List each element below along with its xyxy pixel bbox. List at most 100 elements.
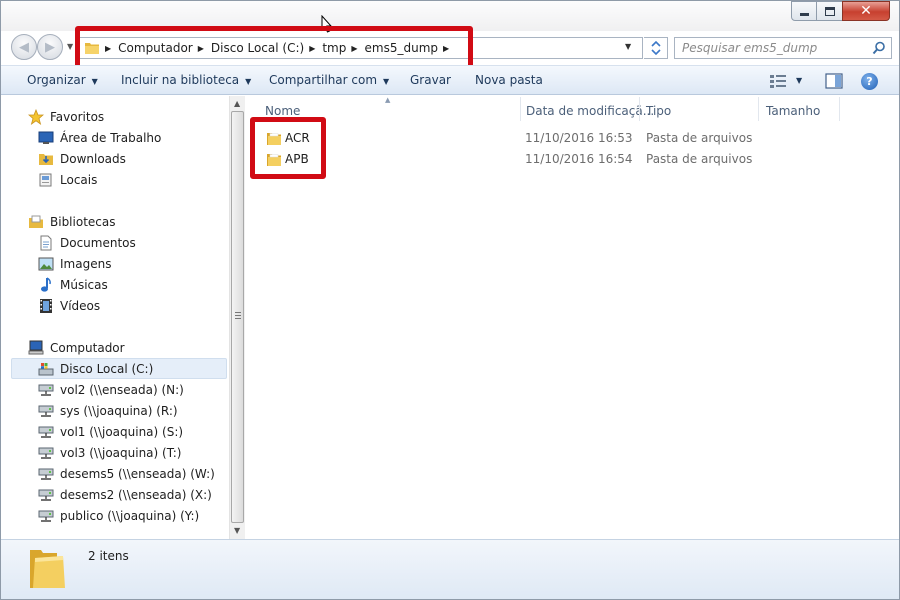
nav-drive-y-label: publico (\\joaquina) (Y:)	[60, 508, 200, 523]
nav-favorites[interactable]: Favoritos	[28, 106, 104, 127]
nav-music[interactable]: Músicas	[38, 274, 108, 295]
nav-downloads-label: Downloads	[60, 151, 126, 166]
nav-drive-r[interactable]: sys (\\joaquina) (R:)	[38, 400, 178, 421]
scroll-down-icon[interactable]: ▼	[234, 526, 240, 535]
view-options-dropdown[interactable]: ▼	[796, 76, 802, 85]
nav-drive-t[interactable]: vol3 (\\joaquina) (T:)	[38, 442, 181, 463]
nav-videos[interactable]: Vídeos	[38, 295, 100, 316]
address-history-dropdown[interactable]: ▼	[625, 42, 631, 51]
nav-drive-n[interactable]: vol2 (\\enseada) (N:)	[38, 379, 184, 400]
include-in-library-label: Incluir na biblioteca	[121, 73, 240, 87]
nav-computer[interactable]: Computador	[28, 337, 125, 358]
nav-downloads[interactable]: Downloads	[38, 148, 126, 169]
file-modified: 11/10/2016 16:54	[525, 152, 633, 166]
file-modified: 11/10/2016 16:53	[525, 131, 633, 145]
nav-pictures[interactable]: Imagens	[38, 253, 111, 274]
search-input[interactable]: Pesquisar ems5_dump	[674, 37, 892, 59]
maximize-icon	[824, 6, 835, 16]
refresh-icon	[650, 41, 661, 55]
change-view-icon[interactable]	[769, 74, 787, 88]
file-row[interactable]: ACR 11/10/2016 16:53 Pasta de arquivos	[263, 128, 899, 149]
file-name: APB	[285, 152, 309, 166]
command-bar: Organizar ▼ Incluir na biblioteca ▼ Compar…	[1, 65, 899, 95]
chevron-down-icon: ▼	[91, 77, 98, 86]
address-bar[interactable]: ▶ Computador ▶ Disco Local (C:) ▶ tmp ▶ …	[79, 37, 643, 59]
file-type: Pasta de arquivos	[646, 131, 753, 145]
videos-icon	[38, 298, 54, 314]
nav-places[interactable]: Locais	[38, 169, 97, 190]
item-count: 2 itens	[88, 549, 129, 563]
nav-drive-c-label: Disco Local (C:)	[60, 361, 154, 376]
local-disk-icon	[38, 361, 54, 377]
status-bar: 2 itens	[1, 539, 899, 599]
breadcrumb-disco-local[interactable]: Disco Local (C:)	[211, 41, 304, 55]
refresh-button[interactable]	[644, 37, 668, 59]
file-type: Pasta de arquivos	[646, 152, 753, 166]
maximize-button[interactable]	[816, 1, 843, 21]
recent-pages-dropdown[interactable]: ▼	[67, 42, 73, 51]
nav-favorites-label: Favoritos	[50, 109, 105, 124]
minimize-button[interactable]	[791, 1, 817, 21]
music-icon	[38, 276, 54, 293]
new-folder-button[interactable]: Nova pasta	[475, 73, 543, 87]
column-divider[interactable]	[520, 97, 521, 121]
folder-icon	[267, 154, 281, 166]
nav-drive-s[interactable]: vol1 (\\joaquina) (S:)	[38, 421, 183, 442]
nav-drive-y[interactable]: publico (\\joaquina) (Y:)	[38, 505, 199, 526]
breadcrumb-separator-icon[interactable]: ▶	[443, 44, 449, 53]
breadcrumb-ems5-dump[interactable]: ems5_dump	[365, 41, 439, 55]
breadcrumb-separator-icon[interactable]: ▶	[105, 44, 111, 53]
nav-drive-s-label: vol1 (\\joaquina) (S:)	[60, 424, 184, 439]
include-in-library-button[interactable]: Incluir na biblioteca ▼	[121, 73, 251, 87]
title-bar: ✕	[1, 1, 899, 33]
breadcrumb-tmp[interactable]: tmp	[322, 41, 346, 55]
folder-icon	[267, 133, 281, 145]
column-header-size[interactable]: Tamanho	[766, 101, 820, 121]
burn-button[interactable]: Gravar	[410, 73, 451, 87]
column-divider[interactable]	[758, 97, 759, 121]
help-icon[interactable]: ?	[861, 73, 878, 90]
column-divider[interactable]	[839, 97, 840, 121]
breadcrumb-separator-icon[interactable]: ▶	[309, 44, 315, 53]
nav-drive-x-label: desems2 (\\enseada) (X:)	[60, 487, 212, 502]
nav-desktop[interactable]: Área de Trabalho	[38, 127, 161, 148]
share-with-label: Compartilhar com	[269, 73, 378, 87]
organize-label: Organizar	[27, 73, 86, 87]
search-placeholder: Pesquisar ems5_dump	[682, 41, 818, 55]
nav-music-label: Músicas	[60, 277, 108, 292]
nav-drive-x[interactable]: desems2 (\\enseada) (X:)	[38, 484, 212, 505]
breadcrumb-separator-icon[interactable]: ▶	[351, 44, 357, 53]
nav-libraries[interactable]: Bibliotecas	[28, 211, 115, 232]
grip-icon	[235, 312, 241, 319]
organize-button[interactable]: Organizar ▼	[27, 73, 98, 87]
nav-documents-label: Documentos	[60, 235, 136, 250]
nav-documents[interactable]: Documentos	[38, 232, 136, 253]
nav-drive-c[interactable]: Disco Local (C:)	[11, 358, 227, 379]
column-type-label: Tipo	[646, 104, 672, 118]
column-header-date[interactable]: Data de modificaçã...	[526, 101, 654, 121]
preview-pane-icon[interactable]	[825, 73, 843, 89]
forward-button[interactable]: ▶	[37, 34, 63, 60]
back-button[interactable]: ◀	[11, 34, 37, 60]
close-button[interactable]: ✕	[842, 1, 890, 21]
scroll-thumb[interactable]	[231, 111, 244, 523]
network-drive-icon	[38, 487, 54, 503]
nav-drive-w[interactable]: desems5 (\\enseada) (W:)	[38, 463, 215, 484]
breadcrumb-separator-icon[interactable]: ▶	[198, 44, 204, 53]
breadcrumb-computador[interactable]: Computador	[118, 41, 193, 55]
explorer-window: ✕ ◀ ▶ ▼ ▶ Computador ▶ Disco Local (C:) …	[0, 0, 900, 600]
close-icon: ✕	[860, 3, 872, 19]
chevron-down-icon: ▼	[245, 77, 252, 86]
documents-icon	[38, 235, 54, 251]
column-header-type[interactable]: Tipo	[646, 101, 671, 121]
nav-drive-w-label: desems5 (\\enseada) (W:)	[60, 466, 215, 481]
nav-scrollbar[interactable]: ▲ ▼	[229, 96, 245, 539]
pictures-icon	[38, 256, 54, 272]
column-name-label: Nome	[265, 104, 301, 118]
column-divider[interactable]	[639, 97, 640, 121]
nav-pictures-label: Imagens	[60, 256, 112, 271]
share-with-button[interactable]: Compartilhar com ▼	[269, 73, 389, 87]
column-header-name[interactable]: Nome	[265, 101, 300, 121]
file-row[interactable]: APB 11/10/2016 16:54 Pasta de arquivos	[263, 149, 899, 170]
scroll-up-icon[interactable]: ▲	[234, 99, 240, 108]
